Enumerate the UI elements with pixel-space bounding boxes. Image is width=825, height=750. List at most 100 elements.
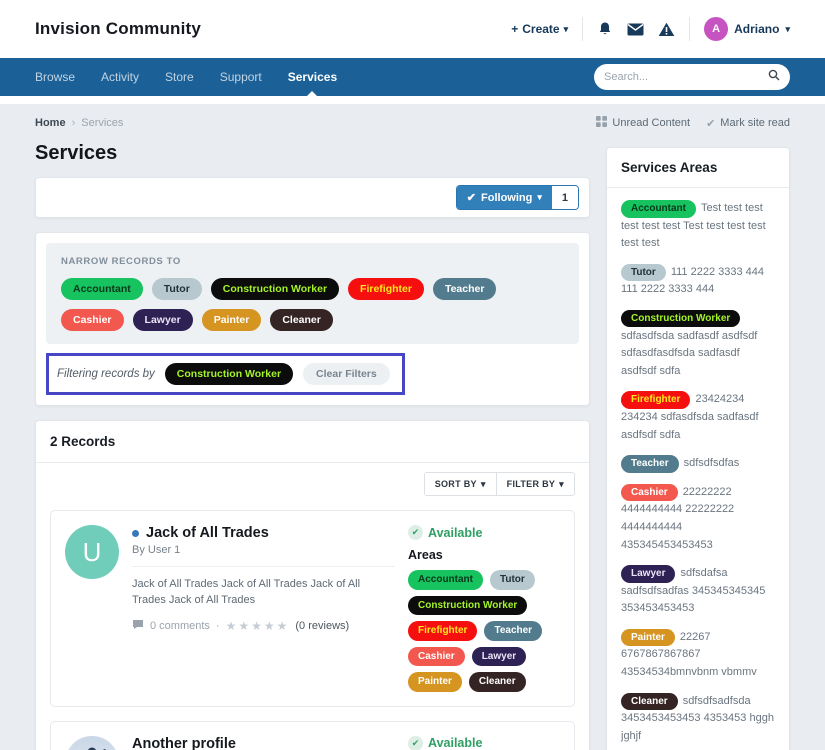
messages-envelope-icon[interactable]: [627, 23, 644, 36]
sidebar-entry: Construction Workersdfasdfsda sadfasdf a…: [621, 310, 775, 380]
area-tag[interactable]: Tutor: [152, 278, 202, 300]
area-tag[interactable]: Tutor: [490, 570, 535, 590]
status-badge: Available: [428, 526, 482, 540]
comment-bubble-icon: [132, 619, 144, 633]
annotation-highlight-box: Filtering records by Construction Worker…: [46, 353, 405, 395]
divider: [582, 17, 583, 41]
reports-warning-icon[interactable]: [658, 22, 675, 37]
area-tag[interactable]: Lawyer: [133, 309, 193, 331]
sidebar-entry: AccountantTest test test test test test …: [621, 200, 775, 253]
nav-item-activity[interactable]: Activity: [101, 58, 139, 96]
record-row: U Jack of All Trades By User 1 Jack of A…: [50, 510, 575, 707]
area-tag[interactable]: Teacher: [621, 455, 679, 473]
record-description: Jack of All Trades Jack of All Trades Ja…: [132, 577, 395, 608]
unread-dot-icon: [132, 530, 139, 537]
area-tag[interactable]: Firefighter: [621, 391, 690, 409]
reviews-count: (0 reviews): [295, 620, 349, 632]
sidebar-entries: AccountantTest test test test test test …: [607, 188, 789, 750]
dot-separator: ·: [216, 620, 220, 632]
area-tag[interactable]: Painter: [621, 629, 675, 647]
record-avatar[interactable]: [65, 736, 119, 750]
user-menu[interactable]: A Adriano ▾: [704, 17, 790, 41]
area-tag[interactable]: Accountant: [408, 570, 483, 590]
area-tag[interactable]: Construction Worker: [211, 278, 339, 300]
notifications-bell-icon[interactable]: [597, 21, 613, 37]
sidebar-entry: Cashier22222222 4444444444 22222222 4444…: [621, 484, 775, 554]
grid-icon: [596, 116, 607, 130]
records-count: 2 Records: [36, 421, 589, 463]
caret-down-icon: ▾: [564, 25, 569, 34]
available-check-icon: ✔: [408, 525, 423, 540]
following-button[interactable]: ✔ Following ▾ 1: [456, 185, 579, 210]
available-check-icon: ✔: [408, 736, 423, 750]
search-icon[interactable]: [768, 68, 780, 86]
area-tag[interactable]: Teacher: [484, 621, 542, 641]
area-tag[interactable]: Construction Worker: [165, 363, 293, 385]
check-icon: ✔: [706, 117, 715, 130]
sort-by-label: SORT BY: [435, 479, 477, 489]
area-tag[interactable]: Accountant: [61, 278, 143, 300]
nav-item-store[interactable]: Store: [165, 58, 194, 96]
record-title-link[interactable]: Jack of All Trades: [146, 525, 269, 541]
area-tag[interactable]: Lawyer: [621, 565, 675, 583]
search-box: [594, 64, 790, 90]
area-tag[interactable]: Cashier: [61, 309, 124, 331]
site-header: Invision Community + Create ▾: [0, 0, 825, 58]
create-label: Create: [522, 22, 559, 36]
comments-count[interactable]: 0 comments: [150, 620, 210, 632]
divider: [0, 96, 825, 104]
area-tag[interactable]: Cleaner: [469, 672, 526, 692]
records-card: 2 Records SORT BY ▾ FILTER BY ▾: [35, 420, 590, 750]
sidebar-entry: Lawyersdfsdafsa sadfsdfsadfas 3453453453…: [621, 565, 775, 618]
sidebar-title: Services Areas: [607, 148, 789, 188]
unread-content-link[interactable]: Unread Content: [596, 116, 690, 130]
page: Invision Community + Create ▾: [0, 0, 825, 750]
area-tag[interactable]: Cashier: [621, 484, 678, 502]
mark-site-read-link[interactable]: ✔ Mark site read: [706, 117, 790, 130]
nav-item-services[interactable]: Services: [288, 58, 337, 96]
area-tag[interactable]: Tutor: [621, 264, 666, 282]
area-tag[interactable]: Painter: [202, 309, 262, 331]
area-tag[interactable]: Teacher: [433, 278, 497, 300]
area-tag[interactable]: Construction Worker: [408, 596, 527, 616]
sidebar-entry: Tutor111 2222 3333 444 111 2222 3333 444: [621, 264, 775, 299]
divider: [132, 566, 395, 567]
area-tag[interactable]: Cleaner: [270, 309, 333, 331]
area-tag[interactable]: Construction Worker: [621, 310, 740, 328]
following-label: Following: [481, 192, 532, 204]
filter-by-button[interactable]: FILTER BY ▾: [496, 473, 574, 495]
area-tag[interactable]: Lawyer: [472, 647, 526, 667]
user-avatar: A: [704, 17, 728, 41]
follow-bar: ✔ Following ▾ 1: [35, 177, 590, 218]
breadcrumb-home-link[interactable]: Home: [35, 117, 66, 129]
breadcrumb-current: Services: [81, 117, 123, 129]
nav-item-support[interactable]: Support: [220, 58, 262, 96]
filter-tag-row: Accountant Tutor Construction Worker Firefi…: [61, 278, 564, 331]
record-avatar[interactable]: U: [65, 525, 119, 579]
sidebar-entry: Cleanersdfsdfsadfsda 3453453453453 43534…: [621, 693, 775, 746]
sidebar-entry: Firefighter23424234 234234 sdfasdfsda sa…: [621, 391, 775, 444]
rating-stars-icon[interactable]: ★★★★★: [226, 619, 290, 633]
area-tag[interactable]: Accountant: [621, 200, 696, 218]
caret-down-icon: ▾: [481, 480, 486, 489]
area-tag[interactable]: Cleaner: [621, 693, 678, 711]
create-button[interactable]: + Create ▾: [511, 22, 568, 36]
area-tag[interactable]: Cashier: [408, 647, 465, 667]
area-tag[interactable]: Firefighter: [348, 278, 424, 300]
area-tag[interactable]: Painter: [408, 672, 462, 692]
filtering-by-label: Filtering records by: [57, 368, 155, 380]
nav-item-browse[interactable]: Browse: [35, 58, 75, 96]
search-input[interactable]: [604, 71, 768, 83]
mark-site-read-label: Mark site read: [720, 117, 790, 129]
clear-filters-button[interactable]: Clear Filters: [303, 363, 390, 385]
area-tag[interactable]: Firefighter: [408, 621, 477, 641]
sort-by-button[interactable]: SORT BY ▾: [425, 473, 496, 495]
records-list: U Jack of All Trades By User 1 Jack of A…: [36, 500, 589, 750]
site-logo[interactable]: Invision Community: [35, 19, 201, 39]
narrow-records-panel: NARROW RECORDS TO AccountantTutorConstru…: [46, 243, 579, 344]
services-areas-widget: Services Areas AccountantTest test test …: [606, 147, 790, 750]
record-title-link[interactable]: Another profile: [132, 736, 236, 750]
caret-down-icon: ▾: [785, 25, 790, 34]
following-count[interactable]: 1: [552, 186, 578, 209]
active-filter-tag: Construction Worker: [165, 363, 293, 385]
